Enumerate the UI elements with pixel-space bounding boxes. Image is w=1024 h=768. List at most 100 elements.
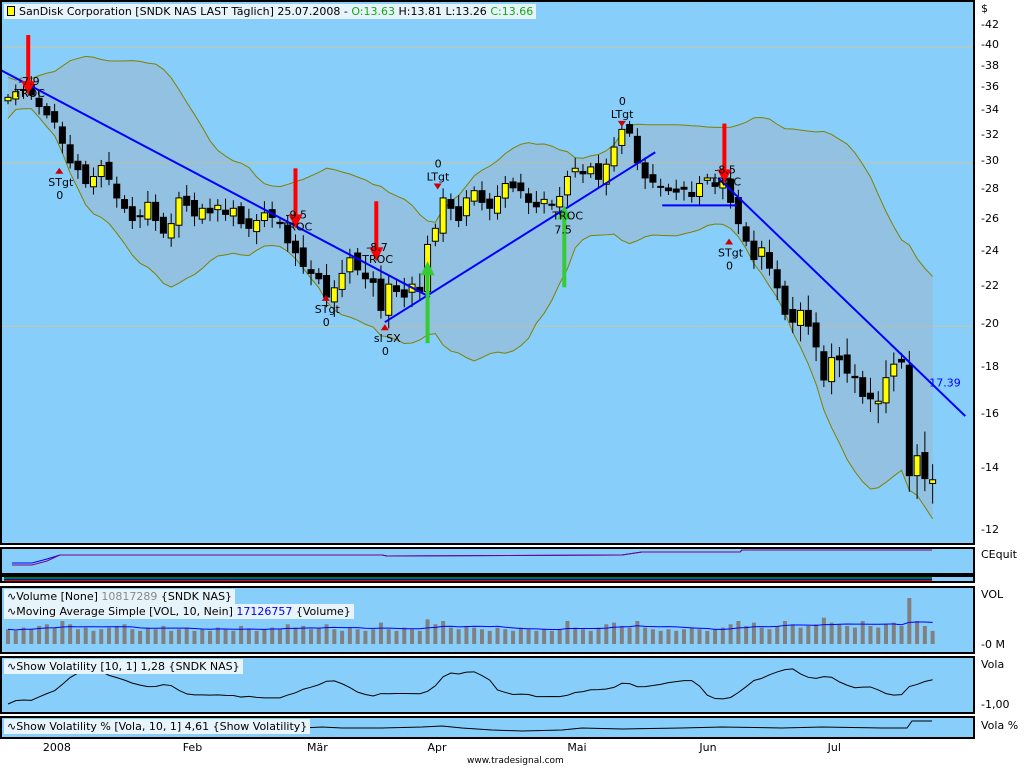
volume-bar [643,627,648,644]
candle [128,206,136,222]
volume-bar [518,627,523,644]
volume-bar [417,630,422,644]
candle [905,364,913,477]
candle [797,309,805,326]
volume-bar [68,624,73,644]
candle [393,285,400,292]
volume-bar [705,630,710,644]
signal-tag: TROC [13,87,45,100]
candle [571,167,579,173]
candle [346,257,354,273]
volume-bar [52,627,57,644]
target-value: 0 [56,189,63,202]
volume-bar [301,625,306,644]
candle [245,218,253,229]
y-tick-label: -16 [981,407,999,421]
y-tick-label: -28 [981,181,999,195]
volatility-panel[interactable]: ∿Show Volatility [10, 1] 1,28 {SNDK NAS} [0,656,975,714]
volume-bar [930,630,935,644]
target-tag: LTgt [611,108,634,121]
volume-legend: ∿Volume [None] 10817289 {SNDK NAS} [4,589,236,604]
candle [51,111,59,123]
volume-bar [114,625,119,644]
vol-axis-label: VOL [981,588,1004,601]
candle [874,400,882,405]
y-tick-label: -14 [981,460,999,474]
volume-bar [806,625,811,644]
volume-bar [394,630,399,644]
target-value: 0 [435,158,442,171]
volume-bar [29,629,34,644]
candle [136,215,144,218]
candle [82,164,90,185]
candle [649,174,657,183]
candle [664,187,672,192]
volume-bar [60,621,65,644]
volume-bar [650,629,655,644]
volume-bar [6,629,10,644]
candle [486,198,494,209]
volume-bar [479,629,484,644]
volume-bar [744,625,749,644]
target-value: 0 [726,259,733,272]
trendline-value: 17.39 [929,377,961,390]
target-up-icon [55,167,64,174]
volume-bar [907,598,912,644]
candle [633,135,641,164]
volume-bar [138,630,143,644]
candle [828,357,836,383]
volume-bar [246,629,251,644]
candle [556,195,564,208]
volatility-pct-panel[interactable]: ∿Show Volatility % [Vola, 10, 1] 4,61 {S… [0,716,975,739]
volume-bar [472,627,477,644]
y-tick-label: -24 [981,243,999,257]
volume-bar [402,627,407,644]
volume-bar [814,624,819,644]
candle [89,176,97,188]
volume-bar [549,630,554,644]
candle [789,308,797,323]
candle [167,223,175,239]
volume-bar [503,629,508,644]
x-tick-label: Feb [182,741,203,754]
volume-bar [565,621,570,644]
volume-bar [107,627,112,644]
candle [121,199,129,209]
volume-bar [293,627,298,644]
candle [377,278,385,311]
y-tick-label: -38 [981,58,999,72]
volume-bar [270,627,275,644]
volume-bar [192,630,197,644]
candle [291,240,299,254]
candle [43,106,51,116]
y-tick-label: -26 [981,211,999,225]
volume-panel[interactable]: ∿Volume [None] 10817289 {SNDK NAS} ∿Movi… [0,586,975,654]
candle [595,163,603,180]
candle [835,355,843,361]
volume-bar [573,627,578,644]
volume-bar [821,617,826,644]
volume-bar [83,627,88,644]
volume-bar [169,630,174,644]
volume-bar [99,629,104,644]
candle [882,377,890,404]
signal-tag: TROC [361,253,393,266]
price-panel[interactable]: 17.39 -7.9 TROC -9.5 TROC -8.7 TROC -8.5 TROC TRO… [0,0,975,545]
candle [447,199,455,209]
candle [929,479,937,484]
candle [898,358,906,363]
candle [851,375,859,379]
target-down-icon [617,120,626,127]
title-text: SanDisk Corporation [SNDK NAS LAST Tägli… [19,5,348,18]
candle [765,252,773,269]
volume-bar [775,625,780,644]
candle [470,190,478,202]
volume-bar [223,629,228,644]
candle [4,96,12,102]
volume-bar [13,630,18,644]
cequit-panel[interactable] [0,547,975,575]
candle [299,247,307,267]
candle [152,201,160,222]
volatility-legend: ∿Show Volatility [10, 1] 1,28 {SNDK NAS} [4,659,243,674]
volume-bar [681,629,686,644]
